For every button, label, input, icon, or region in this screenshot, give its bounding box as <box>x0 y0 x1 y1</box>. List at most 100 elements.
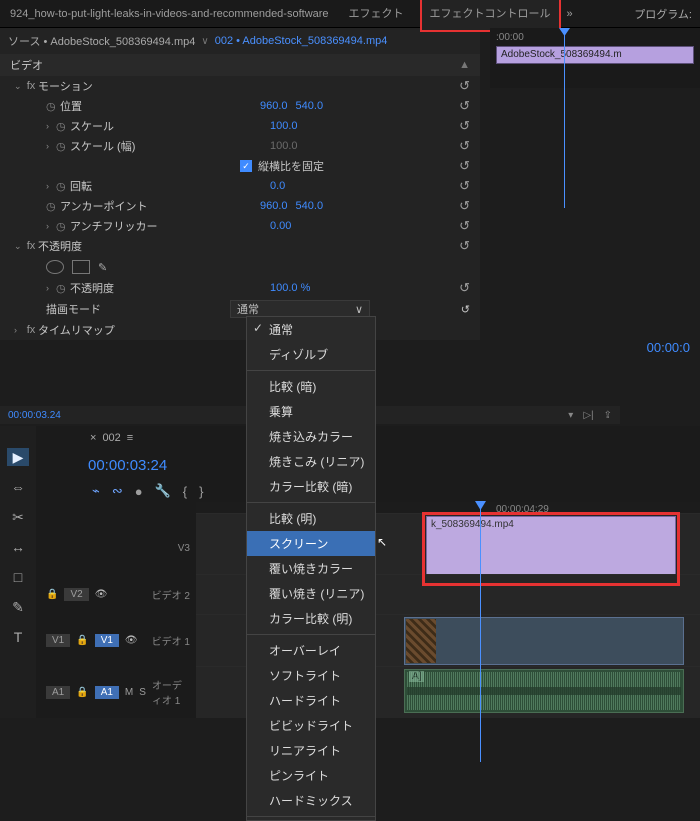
anchor-y-value[interactable]: 540.0 <box>296 200 324 212</box>
reset-icon[interactable]: ↺ <box>459 158 470 174</box>
lock-icon[interactable]: 🔒 <box>46 589 58 600</box>
blend-option[interactable]: 比較 (明) <box>247 506 375 531</box>
filter-icon[interactable]: ▾ <box>568 410 573 421</box>
position-y-value[interactable]: 540.0 <box>296 100 324 112</box>
sequence-tab[interactable]: 002 <box>102 432 120 444</box>
blend-option[interactable]: 通常 <box>247 317 375 342</box>
twirl-right-icon[interactable]: › <box>46 283 56 293</box>
mask-pen-icon[interactable]: ✎ <box>98 261 107 274</box>
track-target-a1[interactable]: A1 <box>95 686 119 699</box>
sequence-playhead[interactable] <box>480 502 481 762</box>
blend-option[interactable]: カラー比較 (明) <box>247 606 375 631</box>
lock-icon[interactable]: 🔒 <box>76 687 88 698</box>
opacity-value[interactable]: 100.0 % <box>270 282 310 294</box>
blend-option[interactable]: リニアライト <box>247 738 375 763</box>
clip-v1[interactable] <box>404 617 684 665</box>
track-select-tool-icon[interactable]: ⇔ <box>7 478 29 496</box>
track-v2-header[interactable]: 🔒 V2 👁 ビデオ 2 <box>36 587 196 602</box>
position-x-value[interactable]: 960.0 <box>260 100 288 112</box>
blend-mode-popup[interactable]: 通常ディゾルブ比較 (暗)乗算焼き込みカラー焼きこみ (リニア)カラー比較 (暗… <box>246 316 376 821</box>
reset-icon[interactable]: ↺ <box>459 178 470 194</box>
uniform-scale-row[interactable]: ✓ 縦横比を固定 ↺ <box>0 156 480 176</box>
stopwatch-icon[interactable]: ◷ <box>46 100 60 113</box>
track-a1-header[interactable]: A1 🔒 A1 M S オーディオ 1 <box>36 677 196 707</box>
blend-option[interactable]: ソフトライト <box>247 663 375 688</box>
stopwatch-icon[interactable]: ◷ <box>46 200 60 213</box>
blend-option[interactable]: 乗算 <box>247 399 375 424</box>
project-tab[interactable]: 924_how-to-put-light-leaks-in-videos-and… <box>0 0 339 28</box>
blend-mode-row[interactable]: 描画モード 通常 ∨ ↺ <box>0 298 480 320</box>
scale-row[interactable]: › ◷ スケール 100.0 ↺ <box>0 116 480 136</box>
uniform-scale-checkbox[interactable]: ✓ <box>240 160 252 172</box>
slip-tool-icon[interactable]: ↔ <box>7 538 29 556</box>
chevron-down-icon[interactable]: ∨ <box>201 36 208 47</box>
scale-value[interactable]: 100.0 <box>270 120 298 132</box>
opacity-row[interactable]: ⌄ fx 不透明度 ↺ <box>0 236 480 256</box>
antiflicker-value[interactable]: 0.00 <box>270 220 291 232</box>
pen-tool-icon[interactable]: ✎ <box>7 598 29 616</box>
mask-ellipse-icon[interactable] <box>46 260 64 274</box>
rotation-value[interactable]: 0.0 <box>270 180 285 192</box>
link-icon[interactable]: ∾ <box>112 483 123 499</box>
share-icon[interactable]: ⇪ <box>604 410 612 421</box>
rect-tool-icon[interactable]: □ <box>7 568 29 586</box>
lock-icon[interactable]: 🔒 <box>76 635 88 646</box>
play-insert-icon[interactable]: ▷| <box>583 410 593 421</box>
ec-timecode[interactable]: 00:00:03.24 <box>8 410 61 421</box>
reset-icon[interactable]: ↺ <box>459 198 470 214</box>
reset-icon[interactable]: ↺ <box>459 280 470 296</box>
eye-icon[interactable]: 👁 <box>125 635 138 646</box>
ripple-tool-icon[interactable]: ✂ <box>7 508 29 526</box>
program-tab[interactable]: プログラム: <box>626 6 700 22</box>
position-row[interactable]: ◷ 位置 960.0 540.0 ↺ <box>0 96 480 116</box>
collapse-icon[interactable]: ▲ <box>459 59 470 71</box>
eye-icon[interactable]: 👁 <box>95 589 108 600</box>
clip-v3[interactable]: k_508369494.mp4 <box>426 516 676 582</box>
clip-a1[interactable]: A] <box>404 669 684 713</box>
blend-option[interactable]: 比較 (暗) <box>247 374 375 399</box>
twirl-right-icon[interactable]: › <box>46 221 56 231</box>
anchor-x-value[interactable]: 960.0 <box>260 200 288 212</box>
anchor-row[interactable]: ◷ アンカーポイント 960.0 540.0 ↺ <box>0 196 480 216</box>
antiflicker-row[interactable]: › ◷ アンチフリッカー 0.00 ↺ <box>0 216 480 236</box>
blend-option[interactable]: 覆い焼きカラー <box>247 556 375 581</box>
opacity-value-row[interactable]: › ◷ 不透明度 100.0 % ↺ <box>0 278 480 298</box>
motion-row[interactable]: ⌄ fx モーション ↺ <box>0 76 480 96</box>
fx-badge[interactable]: fx <box>24 80 38 92</box>
settings-icon[interactable]: 🔧 <box>155 483 171 499</box>
ec-playhead[interactable] <box>564 28 565 208</box>
twirl-down-icon[interactable]: ⌄ <box>14 81 24 92</box>
ec-clip[interactable]: AdobeStock_508369494.m <box>496 46 694 64</box>
mask-rect-icon[interactable] <box>72 260 90 274</box>
snap-icon[interactable]: ⌁ <box>92 483 100 499</box>
selection-tool-icon[interactable]: ▶ <box>7 448 29 466</box>
reset-icon[interactable]: ↺ <box>459 98 470 114</box>
reset-icon[interactable]: ↺ <box>459 238 470 254</box>
video-section-header[interactable]: ビデオ ▲ <box>0 54 480 76</box>
blend-option[interactable]: ピンライト <box>247 763 375 788</box>
effects-tab[interactable]: エフェクト <box>339 0 414 28</box>
twirl-right-icon[interactable]: › <box>46 121 56 131</box>
sequence-timecode[interactable]: 00:00:03:24 <box>88 457 167 474</box>
twirl-right-icon[interactable]: › <box>14 325 24 335</box>
blend-option[interactable]: スクリーン↖ <box>247 531 375 556</box>
stopwatch-icon[interactable]: ◷ <box>56 180 70 193</box>
stopwatch-icon[interactable]: ◷ <box>56 120 70 133</box>
blend-option[interactable]: ハードライト <box>247 688 375 713</box>
source-v1[interactable]: V1 <box>46 634 70 647</box>
blend-option[interactable]: ディゾルブ <box>247 342 375 367</box>
blend-option[interactable]: カラー比較 (暗) <box>247 474 375 499</box>
sequence-link[interactable]: 002 • AdobeStock_508369494.mp4 <box>215 35 388 47</box>
track-v1-header[interactable]: V1 🔒 V1 👁 ビデオ 1 <box>36 633 196 648</box>
timeremap-row[interactable]: › fx タイムリマップ <box>0 320 480 340</box>
close-tab-icon[interactable]: × <box>90 432 96 444</box>
blend-option[interactable]: 焼き込みカラー <box>247 424 375 449</box>
rotation-row[interactable]: › ◷ 回転 0.0 ↺ <box>0 176 480 196</box>
out-bracket-icon[interactable]: } <box>199 484 203 499</box>
in-bracket-icon[interactable]: { <box>183 484 187 499</box>
stopwatch-icon[interactable]: ◷ <box>56 282 70 295</box>
effect-controls-tab[interactable]: エフェクトコントロール <box>420 0 561 32</box>
reset-icon[interactable]: ↺ <box>459 78 470 94</box>
blend-option[interactable]: 覆い焼き (リニア) <box>247 581 375 606</box>
type-tool-icon[interactable]: T <box>7 628 29 646</box>
